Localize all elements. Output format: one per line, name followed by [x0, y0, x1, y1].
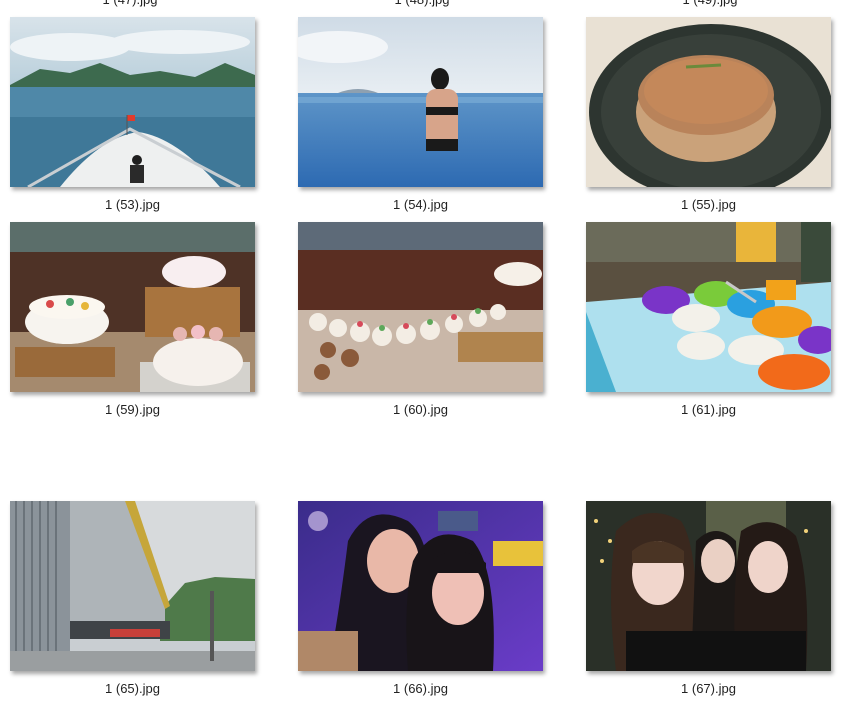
- image-thumbnail[interactable]: [586, 501, 831, 671]
- watermark: [735, 25, 825, 85]
- file-name[interactable]: 1 (55).jpg: [586, 197, 831, 213]
- image-thumbnail[interactable]: [298, 222, 543, 392]
- file-name[interactable]: 1 (60).jpg: [298, 402, 543, 418]
- file-label-partial[interactable]: 1 (47).jpg: [80, 0, 180, 8]
- file-name[interactable]: 1 (65).jpg: [10, 681, 255, 697]
- image-thumbnail[interactable]: [586, 17, 831, 187]
- image-thumbnail[interactable]: [10, 222, 255, 392]
- image-thumbnail[interactable]: [298, 501, 543, 671]
- file-name[interactable]: 1 (59).jpg: [10, 402, 255, 418]
- file-name[interactable]: 1 (67).jpg: [586, 681, 831, 697]
- file-name[interactable]: 1 (53).jpg: [10, 197, 255, 213]
- image-thumbnail[interactable]: [586, 222, 831, 392]
- file-label-partial[interactable]: 1 (48).jpg: [372, 0, 472, 8]
- image-thumbnail[interactable]: [298, 17, 543, 187]
- file-name[interactable]: 1 (61).jpg: [586, 402, 831, 418]
- image-thumbnail[interactable]: [10, 17, 255, 187]
- file-label-partial[interactable]: 1 (49).jpg: [660, 0, 760, 8]
- file-name[interactable]: 1 (54).jpg: [298, 197, 543, 213]
- file-name[interactable]: 1 (66).jpg: [298, 681, 543, 697]
- image-thumbnail[interactable]: [10, 501, 255, 671]
